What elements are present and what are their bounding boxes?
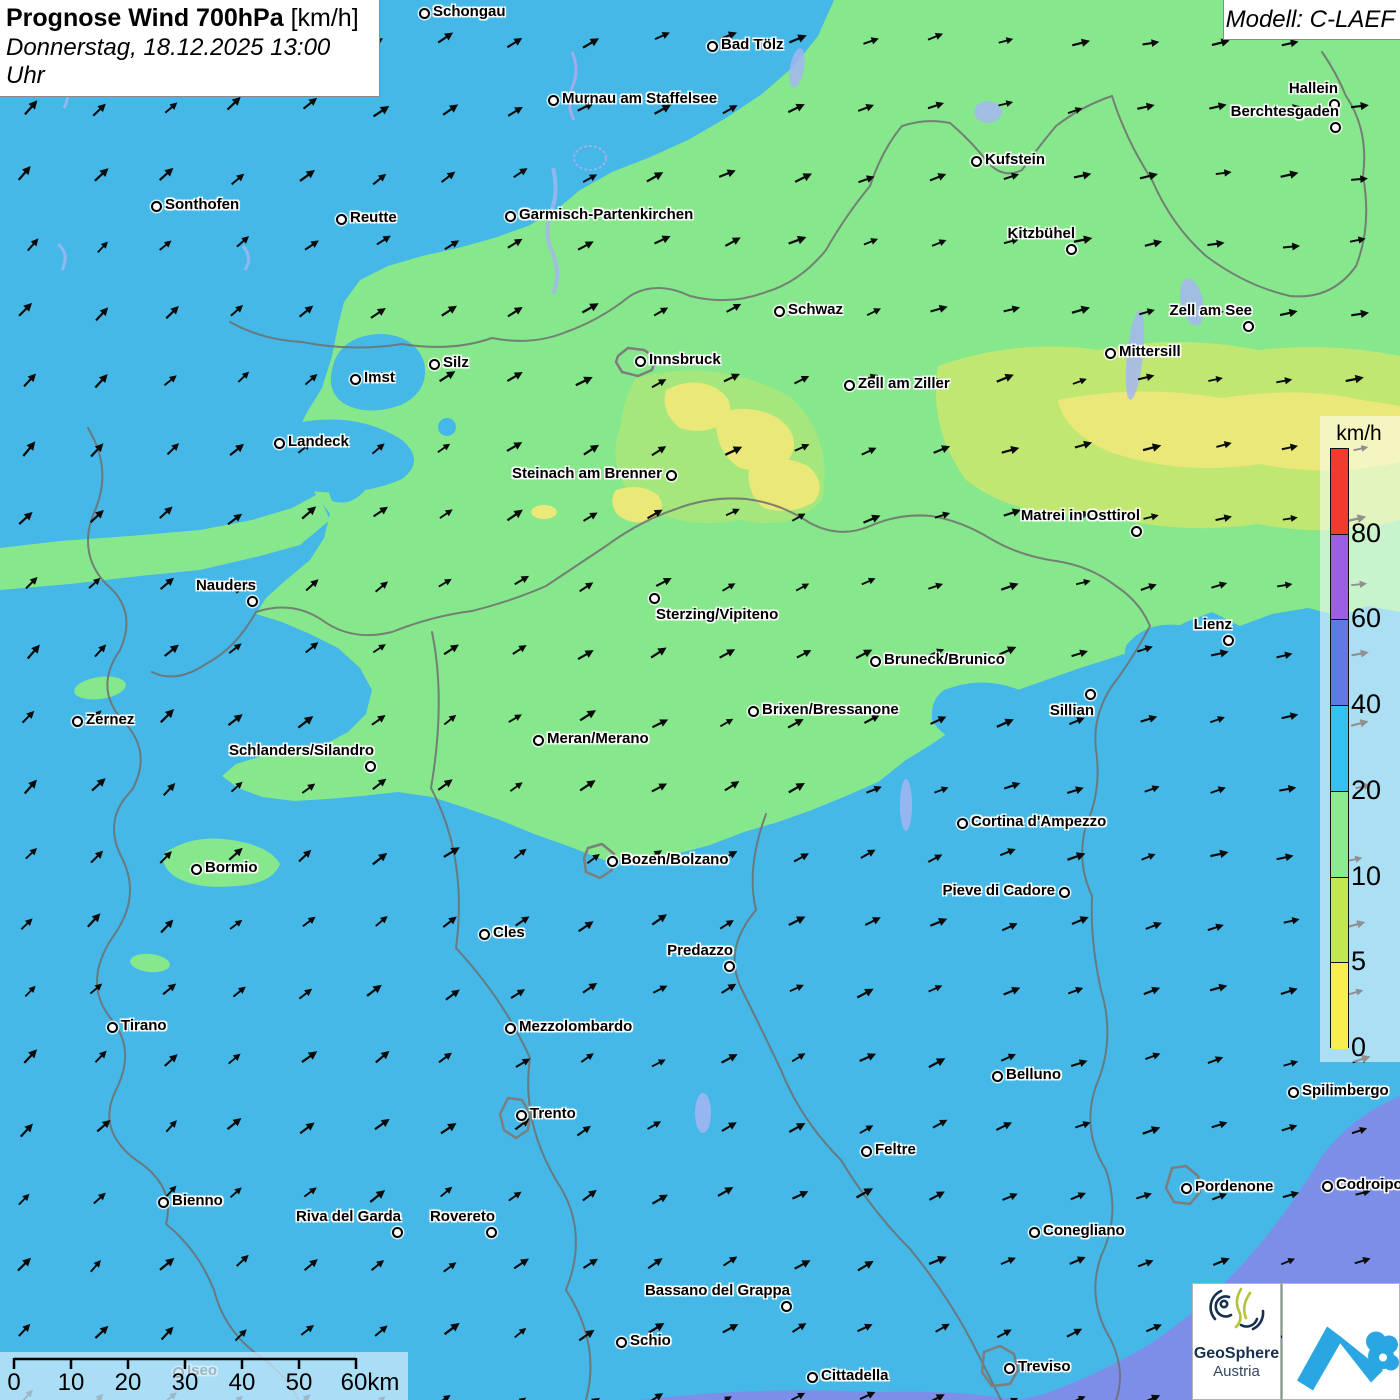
legend-color-segment (1331, 449, 1348, 535)
legend-color-segment (1331, 535, 1348, 621)
legend-color-segment (1331, 620, 1348, 706)
scale-label: 30 (172, 1369, 199, 1397)
geosphere-logo: GeoSphere Austria (1192, 1283, 1281, 1400)
partner-logo (1282, 1283, 1400, 1400)
geosphere-contours-icon (1205, 1284, 1269, 1342)
region-speed-0-5 (531, 505, 557, 519)
legend-color-segment (1331, 963, 1348, 1049)
legend-colorbar (1330, 448, 1349, 1048)
page-subtitle: Donnerstag, 18.12.2025 13:00 Uhr (6, 34, 371, 90)
scale-label: 60km (341, 1369, 400, 1397)
scale-label: 20 (115, 1369, 142, 1397)
title-box: Prognose Wind 700hPa [km/h] Donnerstag, … (0, 0, 380, 97)
page-title: Prognose Wind 700hPa [km/h] (6, 4, 371, 33)
legend-tick-label: 5 (1351, 946, 1366, 977)
legend-unit: km/h (1320, 422, 1398, 446)
weather-map-screen: SchongauBad TölzKemptenMurnau am Staffel… (0, 0, 1400, 1400)
legend-tick-label: 80 (1351, 518, 1381, 549)
scale-label: 10 (58, 1369, 85, 1397)
scale-label: 0 (7, 1369, 20, 1397)
scale-bar: 0 10 20 30 40 50 60km (0, 1352, 408, 1400)
legend-tick-label: 60 (1351, 603, 1381, 634)
legend-color-segment (1331, 878, 1348, 964)
legend: km/h 80 60 40 20 10 5 0 (1320, 416, 1400, 1062)
legend-tick-label: 0 (1351, 1032, 1366, 1063)
mountain-cloud-icon (1283, 1284, 1399, 1399)
wind-map (0, 0, 1400, 1400)
legend-color-segment (1331, 706, 1348, 792)
legend-color-segment (1331, 792, 1348, 878)
geosphere-org-name: GeoSphere (1193, 1345, 1280, 1363)
model-label: Modell: C-LAEF (1223, 0, 1400, 40)
scale-label: 50 (286, 1369, 313, 1397)
legend-tick-label: 10 (1351, 861, 1381, 892)
scale-label: 40 (229, 1369, 256, 1397)
legend-tick-label: 20 (1351, 775, 1381, 806)
legend-tick-label: 40 (1351, 689, 1381, 720)
geosphere-country: Austria (1193, 1363, 1280, 1380)
